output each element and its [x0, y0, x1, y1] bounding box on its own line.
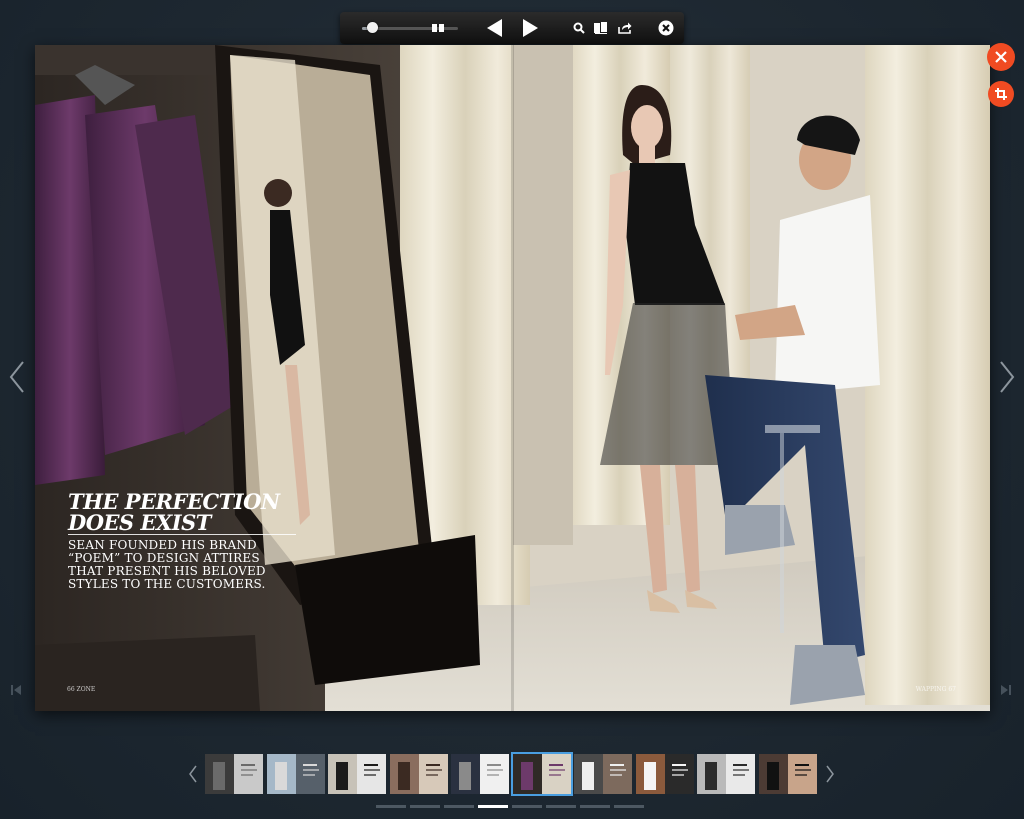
- page-indicator-dot[interactable]: [376, 805, 406, 808]
- thumbnail-preview: [512, 754, 571, 794]
- article-subhead: Sean founded his brand “Poem” to design …: [68, 538, 266, 591]
- chevron-left-icon[interactable]: [8, 360, 26, 394]
- thumbnail-preview: [697, 754, 755, 794]
- close-button[interactable]: [987, 43, 1015, 71]
- thumbnail-4[interactable]: [389, 754, 448, 794]
- exit-icon[interactable]: [656, 18, 676, 38]
- crop-icon: [995, 88, 1007, 100]
- thumbnail-6[interactable]: [510, 752, 573, 796]
- chevron-right-icon[interactable]: [998, 360, 1016, 394]
- thumbnail-8[interactable]: [635, 754, 694, 794]
- close-icon: [995, 51, 1007, 63]
- page-indicator-dot[interactable]: [512, 805, 542, 808]
- zoom-slider-handle[interactable]: [366, 22, 378, 33]
- article-headline: The Perfection Does Exist: [68, 491, 308, 533]
- headline-divider: [68, 534, 296, 535]
- thumbnail-preview: [266, 754, 325, 794]
- thumbnail-preview: [635, 754, 694, 794]
- page-folio-right: WAPPING 67: [915, 686, 956, 693]
- thumbnail-2[interactable]: [266, 754, 325, 794]
- thumbnails-prev-icon[interactable]: [188, 764, 198, 784]
- magazine-spread[interactable]: The Perfection Does Exist Sean founded h…: [35, 45, 990, 711]
- thumbnail-preview: [574, 754, 632, 794]
- thumbnail-preview: [451, 754, 509, 794]
- page-indicator-dot[interactable]: [614, 805, 644, 808]
- thumbnail-3[interactable]: [328, 754, 386, 794]
- crop-button[interactable]: [988, 81, 1014, 107]
- search-icon[interactable]: [569, 18, 589, 38]
- thumbnail-9[interactable]: [697, 754, 755, 794]
- share-icon[interactable]: [615, 18, 635, 38]
- first-page-icon[interactable]: [11, 684, 21, 696]
- page-indicator-dot[interactable]: [410, 805, 440, 808]
- previous-page-icon[interactable]: [485, 18, 505, 38]
- thumbnail-1[interactable]: [205, 754, 263, 794]
- last-page-icon[interactable]: [1001, 684, 1011, 696]
- page-indicator-dot[interactable]: [546, 805, 576, 808]
- thumbnail-preview: [389, 754, 448, 794]
- thumbnails-next-icon[interactable]: [825, 764, 835, 784]
- two-page-view-icon[interactable]: [428, 18, 448, 38]
- thumbnail-strip: [205, 752, 820, 796]
- thumbnail-preview: [205, 754, 263, 794]
- page-folio-left: 66 ZONE: [67, 686, 96, 693]
- headline-line-1: The Perfection: [68, 489, 280, 514]
- next-page-icon[interactable]: [520, 18, 540, 38]
- magazine-viewer: The Perfection Does Exist Sean founded h…: [0, 0, 1024, 819]
- thumbnail-5[interactable]: [451, 754, 509, 794]
- thumbnail-preview: [758, 754, 817, 794]
- page-indicator-dot[interactable]: [478, 805, 508, 808]
- reader-toolbar: [340, 12, 684, 44]
- spread-photo: [35, 45, 990, 711]
- thumbnail-preview: [328, 754, 386, 794]
- thumbnail-7[interactable]: [574, 754, 632, 794]
- thumbnails-icon[interactable]: [591, 18, 611, 38]
- thumbnail-10[interactable]: [758, 754, 817, 794]
- headline-line-2: Does Exist: [68, 510, 211, 535]
- page-indicator-dot[interactable]: [580, 805, 610, 808]
- page-indicator-dot[interactable]: [444, 805, 474, 808]
